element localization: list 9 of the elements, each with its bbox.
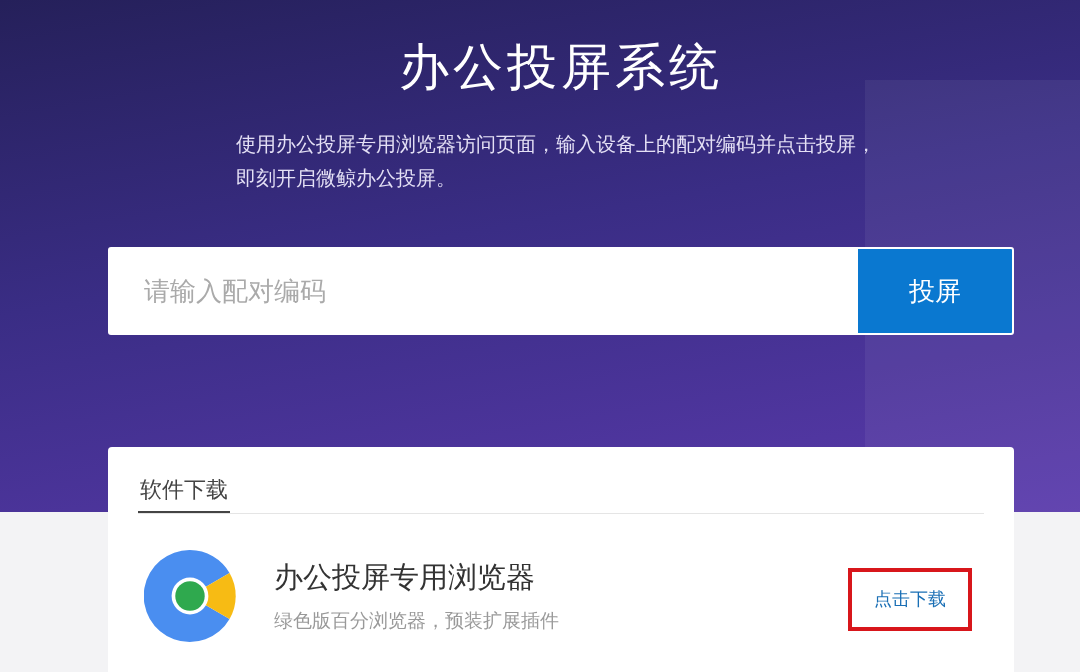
description-text: 使用办公投屏专用浏览器访问页面，输入设备上的配对编码并点击投屏，即刻开启微鲸办公投屏。 [236,131,877,192]
download-button[interactable]: 点击下载 [848,567,972,631]
browser-logo-icon [144,550,236,642]
page-title: 办公投屏系统 [399,37,723,98]
pairing-code-field[interactable]: 请输入配对编码 [108,247,856,335]
app-description: 绿色版百分浏览器，预装扩展插件 [274,608,560,633]
app-name: 办公投屏专用浏览器 [274,559,536,596]
tab[interactable]: 软件下载 [138,475,230,513]
cast-button[interactable]: 投屏 [856,247,1014,335]
